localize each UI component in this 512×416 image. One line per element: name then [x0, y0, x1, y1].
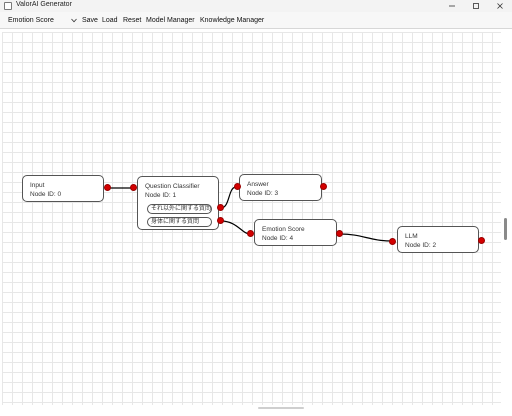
- output-port[interactable]: [478, 237, 485, 244]
- node-id: Node ID: 1: [145, 192, 177, 199]
- edge-emotion-to-llm: [339, 233, 393, 242]
- knowledge-manager-button[interactable]: Knowledge Manager: [200, 15, 264, 26]
- output-port[interactable]: [104, 184, 111, 191]
- maximize-button[interactable]: [464, 0, 488, 12]
- maximize-icon: [473, 3, 479, 9]
- node-id: Node ID: 2: [405, 242, 437, 249]
- branch-option[interactable]: それ以外に関する質問: [147, 204, 212, 214]
- vertical-scrollbar-thumb[interactable]: [504, 218, 507, 240]
- node-answer[interactable]: Answer Node ID: 3: [239, 174, 322, 201]
- reset-button[interactable]: Reset: [123, 15, 141, 26]
- node-title: LLM: [405, 233, 418, 240]
- node-id: Node ID: 4: [262, 235, 294, 242]
- input-port[interactable]: [234, 183, 241, 190]
- output-port[interactable]: [320, 183, 327, 190]
- scenario-select-value: Emotion Score: [8, 17, 54, 24]
- scenario-select[interactable]: Emotion Score: [5, 15, 78, 26]
- output-port[interactable]: [217, 204, 224, 211]
- title-bar: ValorAI Generator: [0, 0, 512, 12]
- load-button[interactable]: Load: [102, 15, 118, 26]
- output-port[interactable]: [336, 230, 343, 237]
- horizontal-scrollbar-thumb[interactable]: [258, 407, 304, 409]
- model-manager-button[interactable]: Model Manager: [146, 15, 195, 26]
- node-title: Question Classifier: [145, 183, 200, 190]
- node-title: Answer: [247, 181, 269, 188]
- node-graph-canvas[interactable]: Input Node ID: 0 Question Classifier Nod…: [2, 32, 501, 405]
- chevron-down-icon: [71, 18, 77, 23]
- input-port[interactable]: [389, 238, 396, 245]
- node-id: Node ID: 0: [30, 191, 62, 198]
- node-emotion-score[interactable]: Emotion Score Node ID: 4: [254, 219, 337, 246]
- close-button[interactable]: [488, 0, 512, 12]
- input-port[interactable]: [247, 230, 254, 237]
- close-icon: [497, 3, 503, 9]
- vertical-scrollbar[interactable]: [503, 32, 509, 405]
- node-title: Emotion Score: [262, 226, 305, 233]
- toolbar: Emotion Score Save Load Reset Model Mana…: [0, 12, 512, 29]
- branch-option[interactable]: 身体に関する質問: [147, 217, 212, 227]
- node-title: Input: [30, 182, 45, 189]
- minimize-button[interactable]: [440, 0, 464, 12]
- horizontal-scrollbar[interactable]: [2, 405, 501, 411]
- app-icon: [4, 2, 12, 10]
- output-port[interactable]: [217, 217, 224, 224]
- node-id: Node ID: 3: [247, 190, 279, 197]
- save-button[interactable]: Save: [82, 15, 98, 26]
- edge-classifier-to-emotion: [220, 220, 251, 235]
- input-port[interactable]: [130, 184, 137, 191]
- window-title: ValorAI Generator: [16, 1, 72, 8]
- edge-layer: [107, 186, 393, 242]
- minimize-icon: [449, 5, 455, 7]
- node-llm[interactable]: LLM Node ID: 2: [397, 226, 479, 253]
- node-input[interactable]: Input Node ID: 0: [22, 175, 104, 202]
- node-question-classifier[interactable]: Question Classifier Node ID: 1 それ以外に関する質…: [137, 176, 219, 230]
